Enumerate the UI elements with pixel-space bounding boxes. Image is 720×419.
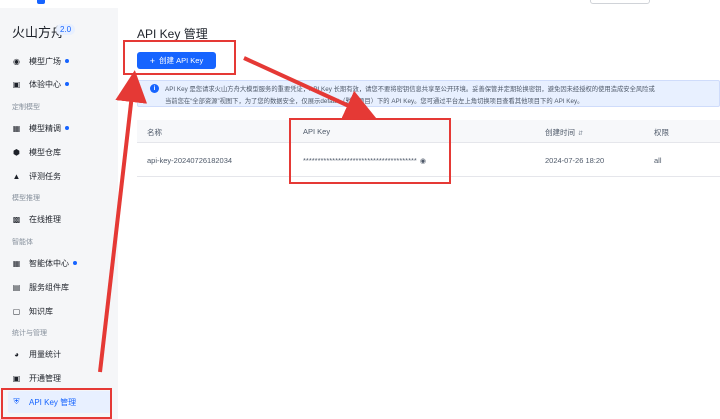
new-dot: [65, 82, 69, 86]
top-bar: [0, 0, 720, 8]
sidebar-item-label: 模型仓库: [29, 147, 61, 157]
group-label: 定制模型: [12, 104, 40, 111]
sidebar-item-label: 模型广场: [29, 56, 61, 66]
sidebar-item-experience[interactable]: ▣ 体验中心: [8, 73, 112, 95]
sidebar-item-model-repo[interactable]: ⬢ 模型仓库: [8, 141, 112, 163]
new-dot: [65, 126, 69, 130]
column-header-created-label: 创建时间: [545, 128, 575, 137]
grid-icon: ▦: [12, 258, 21, 268]
group-label: 智能体: [12, 239, 33, 246]
sidebar-item-label: 智能体中心: [29, 258, 69, 268]
cell-created: 2024-07-26 18:20: [545, 156, 605, 165]
experience-icon: ▣: [12, 79, 21, 89]
calendar-icon: ▣: [12, 373, 21, 383]
annotation-box-sidebar: [1, 388, 112, 419]
group-label: 统计与管理: [12, 330, 47, 337]
model-square-icon: ◉: [13, 56, 20, 66]
sidebar-item-label: 在线推理: [29, 214, 61, 224]
group-label: 模型推理: [12, 195, 40, 202]
annotation-box-api-key: [289, 118, 451, 184]
notice-line-1: API Key 是您请求火山方舟大模型服务的重要凭证，API Key 长期有效，…: [165, 86, 655, 93]
cube-icon: ⬢: [13, 147, 20, 157]
sort-icon[interactable]: ⇵: [578, 131, 583, 137]
book-icon: ▢: [12, 306, 21, 316]
column-header-permission: 权限: [654, 128, 669, 137]
finetune-icon: ▦: [12, 123, 21, 133]
new-dot: [65, 59, 69, 63]
version-badge: 2.0: [56, 24, 76, 35]
info-icon: i: [150, 84, 159, 93]
flask-icon: ▲: [12, 171, 21, 181]
sidebar-item-knowledge[interactable]: ▢ 知识库: [8, 300, 112, 322]
sidebar-item-label: 知识库: [29, 306, 53, 316]
chart-icon: ▩: [12, 214, 21, 224]
sidebar-item-components[interactable]: ▤ 服务组件库: [8, 276, 112, 298]
new-dot: [73, 261, 77, 265]
column-header-created[interactable]: 创建时间 ⇵: [545, 127, 583, 138]
logo-icon: [37, 0, 45, 4]
gauge-icon: ◕: [14, 349, 19, 359]
sidebar-item-label: 评测任务: [29, 171, 61, 181]
sidebar-item-agent-center[interactable]: ▦ 智能体中心: [8, 252, 112, 274]
sidebar-item-finetune[interactable]: ▦ 模型精调: [8, 117, 112, 139]
info-notice: i API Key 是您请求火山方舟大模型服务的重要凭证，API Key 长期有…: [137, 80, 720, 107]
notice-line-2: 当前您在“全部资源”视图下，为了您的数据安全，仅展示default（默认项目）下…: [165, 98, 584, 105]
column-header-name: 名称: [147, 128, 162, 137]
sidebar-item-label: 用量统计: [29, 349, 61, 359]
sidebar-item-label: 体验中心: [29, 79, 61, 89]
sidebar-item-usage[interactable]: ◕ 用量统计: [8, 343, 112, 365]
sidebar-item-activation[interactable]: ▣ 开通管理: [8, 367, 112, 389]
stack-icon: ▤: [12, 282, 21, 292]
sidebar-item-label: 服务组件库: [29, 282, 69, 292]
sidebar: 火山方舟 2.0 ◉ 模型广场 ▣ 体验中心 定制模型 ▦ 模型精调 ⬢ 模型仓…: [0, 8, 118, 419]
sidebar-item-label: 模型精调: [29, 123, 61, 133]
sidebar-item-online-inference[interactable]: ▩ 在线推理: [8, 208, 112, 230]
sidebar-item-eval[interactable]: ▲ 评测任务: [8, 165, 112, 187]
top-right-control[interactable]: [590, 0, 650, 4]
annotation-box-create: [123, 40, 236, 75]
sidebar-item-model-square[interactable]: ◉ 模型广场: [8, 50, 112, 72]
sidebar-item-label: 开通管理: [29, 373, 61, 383]
cell-permission: all: [654, 156, 662, 165]
cell-name: api-key-20240726182034: [147, 156, 233, 165]
